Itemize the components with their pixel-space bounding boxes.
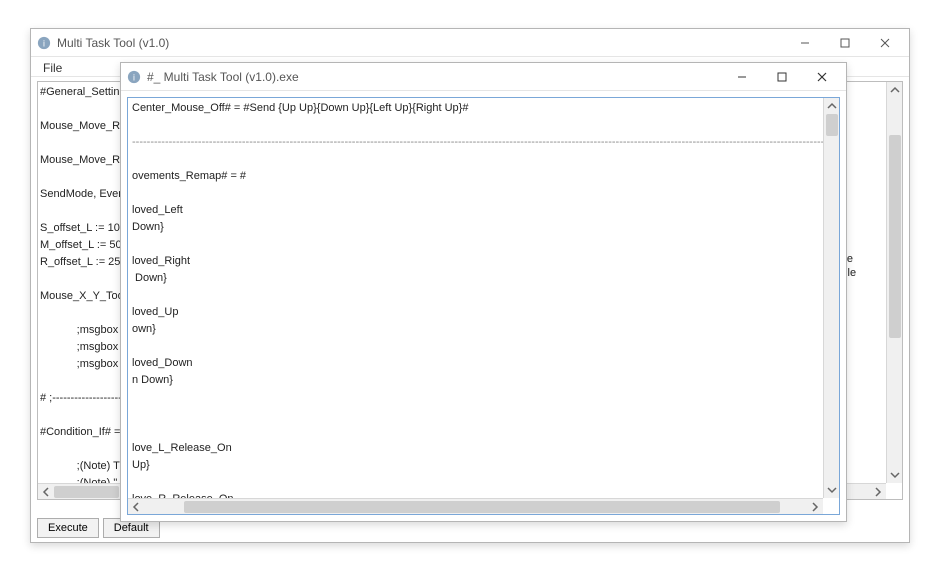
minimize-button[interactable] [722,63,762,91]
scroll-right-icon[interactable] [870,484,886,500]
app-icon: i [127,70,141,84]
editor-hscroll-track[interactable] [144,499,807,514]
close-button[interactable] [802,63,842,91]
main-vscroll-thumb[interactable] [889,135,901,338]
app-icon: i [37,36,51,50]
editor-vscroll-track[interactable] [824,114,839,482]
editor-window: i #_ Multi Task Tool (v1.0).exe Center_M… [120,62,847,522]
scroll-up-icon[interactable] [824,98,839,114]
editor-horizontal-scrollbar[interactable] [128,498,823,514]
main-hscroll-thumb[interactable] [54,486,119,498]
main-title: Multi Task Tool (v1.0) [57,36,785,50]
scroll-down-icon[interactable] [887,467,902,483]
editor-title: #_ Multi Task Tool (v1.0).exe [147,70,722,84]
separator-line: ----------------------------------------… [132,134,840,151]
editor-text-content: Center_Mouse_Off# = #Send {Up Up}{Down U… [128,98,840,515]
close-button[interactable] [865,29,905,57]
scroll-left-icon[interactable] [38,484,54,500]
editor-vscroll-thumb[interactable] [826,114,838,136]
menu-file[interactable]: File [37,59,68,77]
main-vscroll-track[interactable] [887,98,902,467]
maximize-button[interactable] [825,29,865,57]
main-titlebar[interactable]: i Multi Task Tool (v1.0) [31,29,909,57]
scroll-right-icon[interactable] [807,499,823,515]
scroll-up-icon[interactable] [887,82,902,98]
editor-titlebar[interactable]: i #_ Multi Task Tool (v1.0).exe [121,63,846,91]
scroll-left-icon[interactable] [128,499,144,515]
scroll-down-icon[interactable] [824,482,839,498]
main-vertical-scrollbar[interactable] [886,82,902,483]
execute-button[interactable]: Execute [37,518,99,538]
minimize-button[interactable] [785,29,825,57]
maximize-button[interactable] [762,63,802,91]
editor-vertical-scrollbar[interactable] [823,98,839,498]
svg-text:i: i [133,72,135,82]
svg-text:i: i [43,38,45,48]
editor-hscroll-thumb[interactable] [184,501,781,513]
editor-text-area[interactable]: Center_Mouse_Off# = #Send {Up Up}{Down U… [127,97,840,515]
